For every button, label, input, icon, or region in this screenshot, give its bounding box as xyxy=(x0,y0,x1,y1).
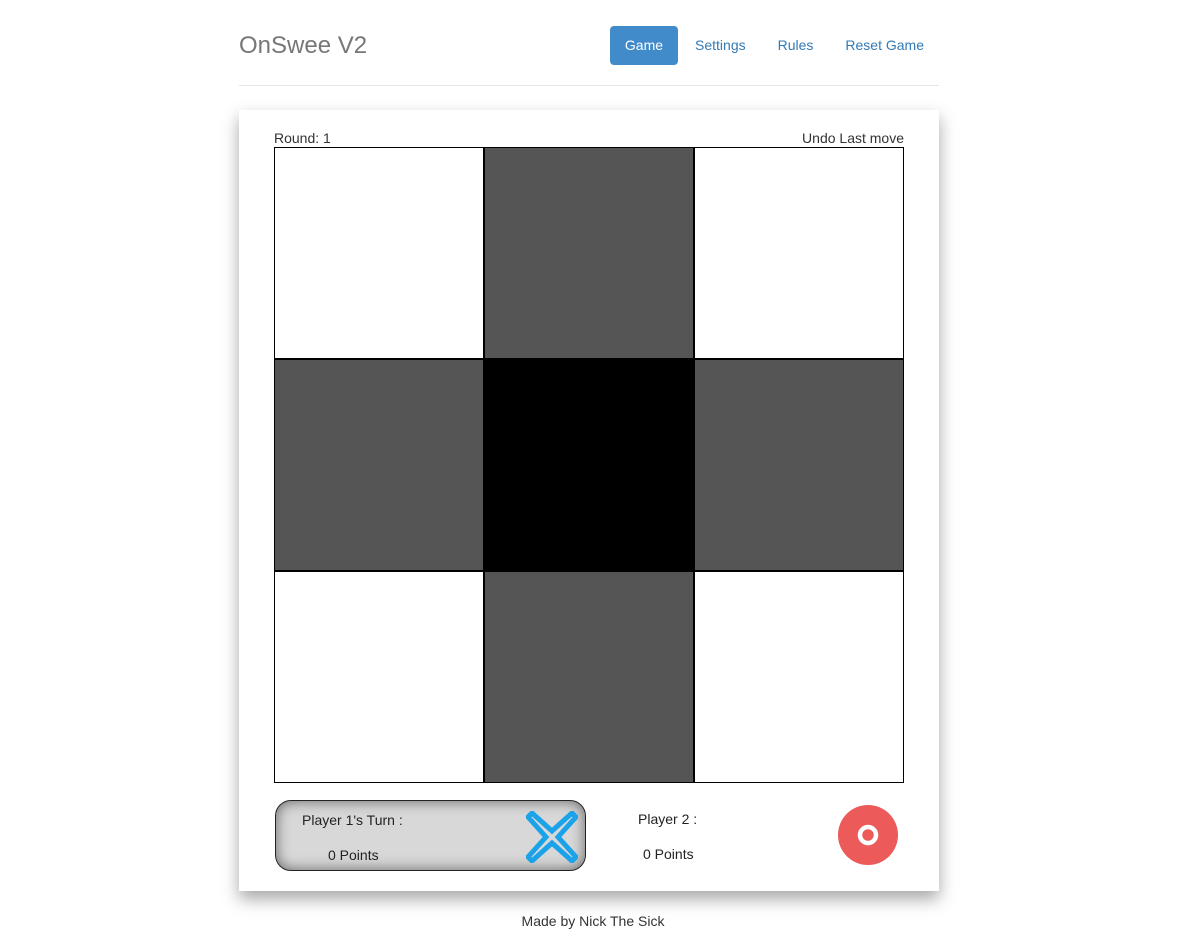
board-cell-r1c3[interactable] xyxy=(694,147,904,359)
player-2-label: Player 2 : xyxy=(638,811,698,827)
top-navbar: OnSwee V2 Game Settings Rules Reset Game xyxy=(239,0,939,86)
round-indicator: Round: 1 xyxy=(274,130,331,146)
x-icon xyxy=(526,811,578,863)
nav-rules[interactable]: Rules xyxy=(763,26,829,65)
o-icon xyxy=(838,805,898,865)
board-cell-r2c3[interactable] xyxy=(694,359,904,571)
main-nav: Game Settings Rules Reset Game xyxy=(608,26,939,65)
board-cell-r3c2[interactable] xyxy=(484,571,694,783)
player-1-points: 0 Points xyxy=(328,847,379,863)
board-cell-r3c1[interactable] xyxy=(274,571,484,783)
footer-credit: Made by Nick The Sick xyxy=(521,913,665,929)
player-1-label: Player 1's Turn : xyxy=(302,812,403,828)
board-cell-r2c1[interactable] xyxy=(274,359,484,571)
nav-game[interactable]: Game xyxy=(609,26,679,65)
board-cell-r1c1[interactable] xyxy=(274,147,484,359)
game-panel: Round: 1 Undo Last move Player 1's Turn … xyxy=(239,110,939,891)
app-title: OnSwee V2 xyxy=(239,32,368,59)
board-cell-r3c3[interactable] xyxy=(694,571,904,783)
nav-reset-game[interactable]: Reset Game xyxy=(830,26,939,65)
board-cell-r2c2[interactable] xyxy=(484,359,694,571)
game-board xyxy=(274,147,904,783)
player-2-points: 0 Points xyxy=(643,846,694,862)
nav-settings[interactable]: Settings xyxy=(680,26,761,65)
undo-last-move-link[interactable]: Undo Last move xyxy=(802,130,904,146)
player-1-card: Player 1's Turn : 0 Points xyxy=(275,800,586,871)
board-cell-r1c2[interactable] xyxy=(484,147,694,359)
